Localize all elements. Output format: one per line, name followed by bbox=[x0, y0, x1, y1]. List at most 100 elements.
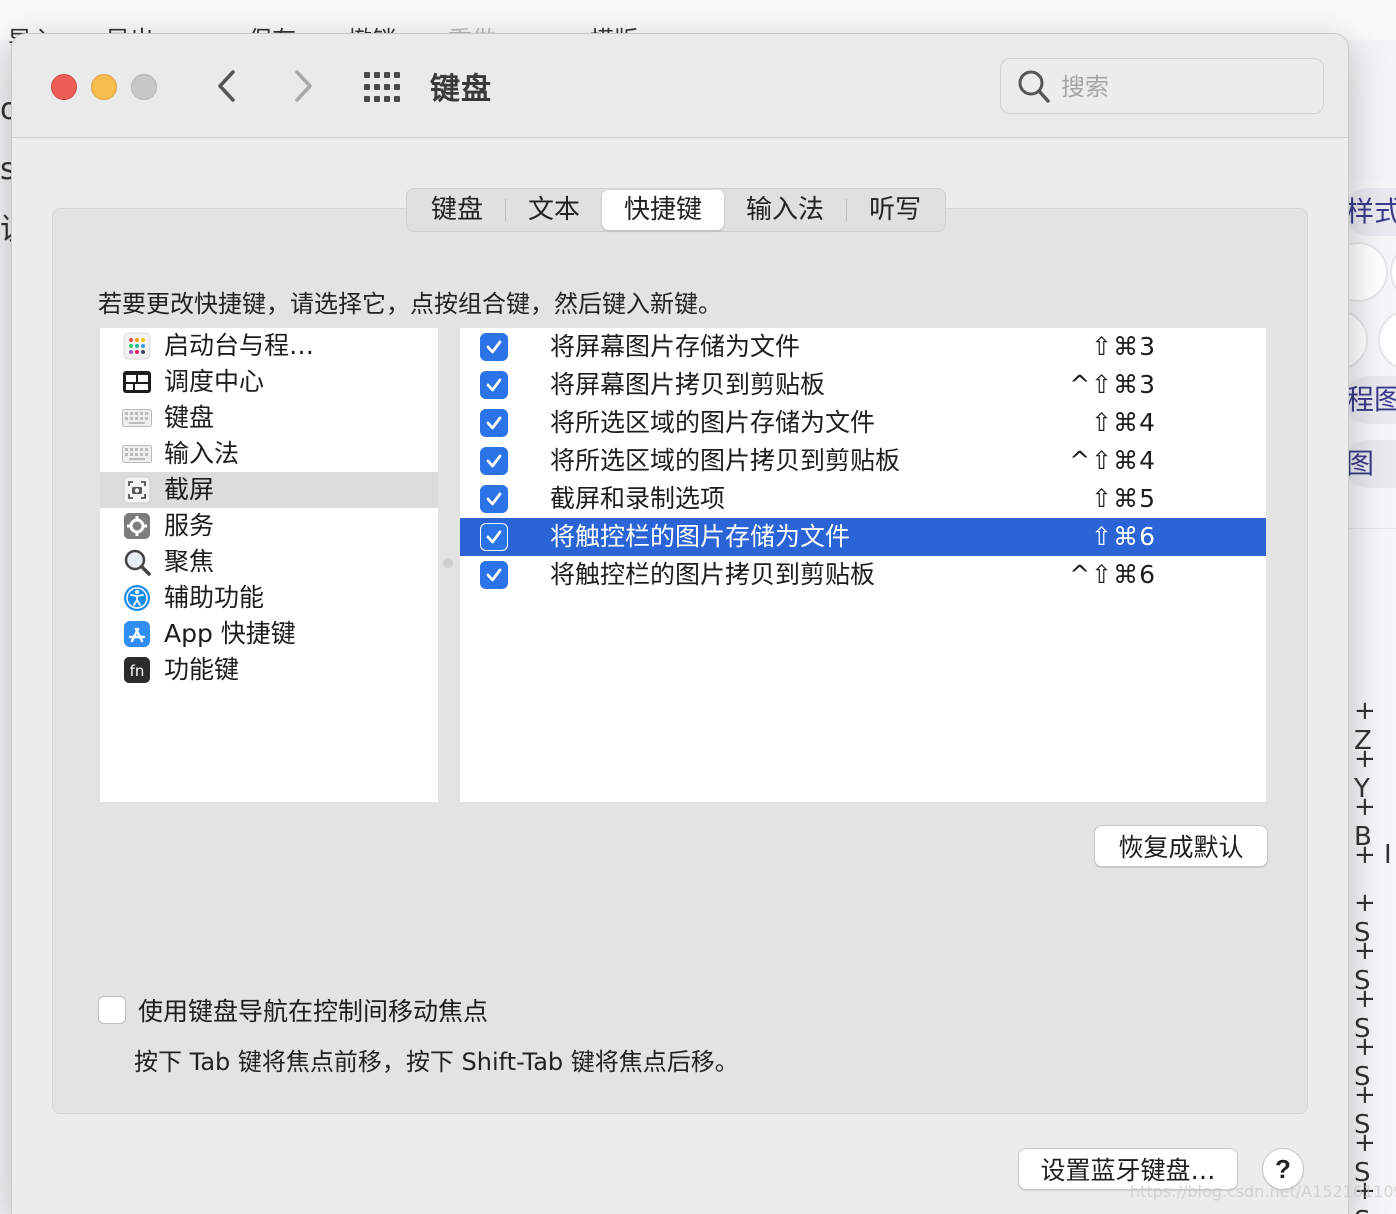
bg-divider bbox=[1348, 528, 1396, 529]
shortcut-label: 将所选区域的图片拷贝到剪贴板 bbox=[550, 446, 901, 475]
shortcut-keys[interactable]: ^⇧⌘6 bbox=[1069, 556, 1156, 594]
shortcut-keys[interactable]: ⇧⌘5 bbox=[1091, 480, 1156, 518]
shortcut-enabled-checkbox[interactable] bbox=[480, 523, 508, 551]
category-item-spotlight[interactable]: 聚焦 bbox=[100, 544, 438, 580]
shortcut-enabled-checkbox[interactable] bbox=[480, 333, 508, 361]
checkmark-icon bbox=[486, 454, 502, 468]
bg-round-button bbox=[1378, 310, 1396, 370]
shortcut-row[interactable]: 将所选区域的图片存储为文件 ⇧⌘4 bbox=[460, 404, 1266, 442]
shortcut-label: 将触控栏的图片存储为文件 bbox=[550, 522, 851, 551]
shortcut-row[interactable]: 将屏幕图片拷贝到剪贴板 ^⇧⌘3 bbox=[460, 366, 1266, 404]
search-input[interactable] bbox=[1061, 67, 1311, 107]
keyboard-navigation-label: 使用键盘导航在控制间移动焦点 bbox=[138, 997, 489, 1026]
category-item-launchpad[interactable]: 启动台与程… bbox=[100, 328, 438, 364]
accessibility-icon bbox=[122, 584, 152, 612]
keyboard-icon bbox=[122, 404, 152, 432]
shortcut-keys[interactable]: ^⇧⌘4 bbox=[1069, 442, 1156, 480]
shortcut-keys[interactable]: ^⇧⌘3 bbox=[1069, 366, 1156, 404]
category-label: 启动台与程… bbox=[164, 331, 315, 360]
category-item-function-keys[interactable]: fn 功能键 bbox=[100, 652, 438, 688]
chevron-right-icon bbox=[295, 70, 312, 102]
shortcut-list: 将屏幕图片存储为文件 ⇧⌘3 将屏幕图片拷贝到剪贴板 ^⇧⌘3 将所选区域的图片… bbox=[460, 328, 1266, 802]
checkmark-icon bbox=[486, 530, 502, 544]
shortcut-keys[interactable]: ⇧⌘6 bbox=[1091, 518, 1156, 556]
checkmark-icon bbox=[486, 416, 502, 430]
keyboard-navigation-description: 按下 Tab 键将焦点前移，按下 Shift-Tab 键将焦点后移。 bbox=[134, 1048, 739, 1076]
category-item-input-sources[interactable]: 输入法 bbox=[100, 436, 438, 472]
tab-keyboard[interactable]: 键盘 bbox=[409, 190, 505, 230]
fn-key-icon: fn bbox=[122, 656, 152, 684]
bg-chip: 样式 bbox=[1348, 188, 1396, 236]
bg-chip: 程图 bbox=[1348, 376, 1396, 424]
category-item-app-shortcuts[interactable]: App 快捷键 bbox=[100, 616, 438, 652]
category-label: 键盘 bbox=[164, 403, 215, 432]
shortcut-enabled-checkbox[interactable] bbox=[480, 485, 508, 513]
checkmark-icon bbox=[486, 492, 502, 506]
category-label: 服务 bbox=[164, 511, 215, 540]
category-label: 功能键 bbox=[164, 655, 240, 684]
tab-shortcuts[interactable]: 快捷键 bbox=[602, 190, 725, 230]
screenshot-icon bbox=[122, 476, 152, 504]
category-item-keyboard[interactable]: 键盘 bbox=[100, 400, 438, 436]
shortcut-enabled-checkbox[interactable] bbox=[480, 561, 508, 589]
watermark: https://blog.csdn.net/A15216110998 bbox=[1130, 1182, 1396, 1201]
bg-round-button bbox=[1348, 242, 1388, 302]
category-item-accessibility[interactable]: 辅助功能 bbox=[100, 580, 438, 616]
svg-text:fn: fn bbox=[130, 662, 145, 680]
search-field[interactable] bbox=[1000, 58, 1324, 114]
launchpad-icon bbox=[122, 332, 152, 360]
shortcut-row[interactable]: 将所选区域的图片拷贝到剪贴板 ^⇧⌘4 bbox=[460, 442, 1266, 480]
shortcut-enabled-checkbox[interactable] bbox=[480, 447, 508, 475]
window-title: 键盘 bbox=[430, 72, 492, 107]
shortcut-label: 将触控栏的图片拷贝到剪贴板 bbox=[550, 560, 876, 589]
minimize-window-button[interactable] bbox=[91, 74, 117, 100]
search-icon bbox=[1018, 70, 1050, 103]
category-label: 聚焦 bbox=[164, 547, 215, 576]
shortcut-row-selected[interactable]: 将触控栏的图片存储为文件 ⇧⌘6 bbox=[460, 518, 1266, 556]
shortcut-keys[interactable]: ⇧⌘4 bbox=[1091, 404, 1156, 442]
tab-text[interactable]: 文本 bbox=[506, 190, 602, 230]
tab-bar: 键盘 文本 快捷键 输入法 听写 bbox=[406, 188, 947, 232]
shortcut-enabled-checkbox[interactable] bbox=[480, 371, 508, 399]
checkmark-icon bbox=[486, 340, 502, 354]
forward-button[interactable] bbox=[282, 64, 322, 108]
bg-shortcut: + I bbox=[1354, 840, 1392, 870]
restore-defaults-button[interactable]: 恢复成默认 bbox=[1094, 825, 1268, 867]
grid-icon bbox=[364, 72, 400, 102]
shortcut-category-list: 启动台与程… 调度中心 键盘 输入法 截屏 服务 聚焦 辅助功能 App 快捷键… bbox=[100, 328, 438, 802]
keyboard-navigation-checkbox[interactable] bbox=[98, 996, 126, 1024]
category-item-screenshots[interactable]: 截屏 bbox=[100, 472, 438, 508]
bg-round-button bbox=[1390, 242, 1396, 302]
shortcut-label: 截屏和录制选项 bbox=[550, 484, 726, 513]
category-label: 截屏 bbox=[164, 475, 215, 504]
tab-dictation[interactable]: 听写 bbox=[847, 190, 943, 230]
shortcut-row[interactable]: 将屏幕图片存储为文件 ⇧⌘3 bbox=[460, 328, 1266, 366]
title-bar: 键盘 bbox=[12, 34, 1348, 138]
category-label: App 快捷键 bbox=[164, 619, 296, 648]
list-splitter-handle[interactable] bbox=[443, 558, 453, 568]
bg-round-button bbox=[1348, 310, 1368, 370]
shortcut-row[interactable]: 将触控栏的图片拷贝到剪贴板 ^⇧⌘6 bbox=[460, 556, 1266, 594]
mission-control-icon bbox=[122, 368, 152, 396]
gear-icon bbox=[122, 512, 152, 540]
shortcut-row[interactable]: 截屏和录制选项 ⇧⌘5 bbox=[460, 480, 1266, 518]
shortcut-label: 将屏幕图片存储为文件 bbox=[550, 332, 801, 361]
close-window-button[interactable] bbox=[51, 74, 77, 100]
bg-chip: 图 bbox=[1348, 440, 1396, 488]
background-right-panel: 样式 程图 图 + Z + Y + B + I + S + S + S + S … bbox=[1348, 180, 1396, 1214]
shortcut-enabled-checkbox[interactable] bbox=[480, 409, 508, 437]
checkmark-icon bbox=[486, 378, 502, 392]
category-item-services[interactable]: 服务 bbox=[100, 508, 438, 544]
show-all-button[interactable] bbox=[362, 70, 402, 104]
app-store-icon bbox=[122, 620, 152, 648]
chevron-left-icon bbox=[218, 70, 235, 102]
back-button[interactable] bbox=[208, 64, 248, 108]
category-label: 输入法 bbox=[164, 439, 240, 468]
tab-input-sources[interactable]: 输入法 bbox=[724, 190, 846, 230]
shortcut-keys[interactable]: ⇧⌘3 bbox=[1091, 328, 1156, 366]
spotlight-icon bbox=[122, 548, 152, 576]
shortcut-label: 将所选区域的图片存储为文件 bbox=[550, 408, 876, 437]
zoom-window-button[interactable] bbox=[131, 74, 157, 100]
category-item-mission-control[interactable]: 调度中心 bbox=[100, 364, 438, 400]
category-label: 辅助功能 bbox=[164, 583, 265, 612]
